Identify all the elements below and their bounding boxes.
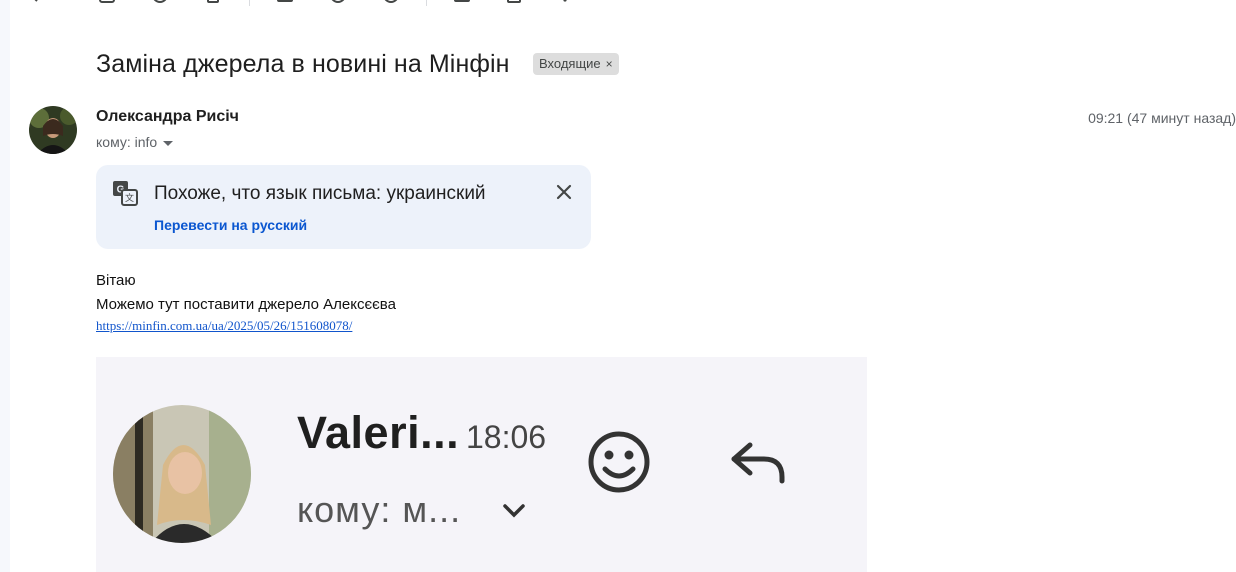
embedded-image[interactable]: Valeri... 18:06 кому: м...	[96, 357, 867, 572]
message-toolbar: Из	[0, 0, 1236, 6]
archive-icon[interactable]	[98, 0, 116, 4]
emoji-icon	[588, 431, 650, 493]
report-spam-icon[interactable]	[151, 0, 169, 4]
close-icon[interactable]	[555, 183, 573, 201]
translate-link[interactable]: Перевести на русский	[154, 217, 307, 233]
chevron-down-icon[interactable]	[163, 140, 174, 146]
label-chip-inbox[interactable]: Входящие ×	[533, 53, 619, 75]
snooze-icon[interactable]	[329, 0, 347, 4]
body-text: Можемо тут поставити джерело Алексєєва	[96, 296, 396, 313]
translate-banner: G 文 Похоже, что язык письма: украинский …	[96, 165, 591, 249]
toolbar-divider	[426, 0, 427, 6]
translate-icon: G 文	[113, 181, 138, 206]
body-link[interactable]: https://minfin.com.ua/ua/2025/05/26/1516…	[96, 318, 352, 334]
reply-icon	[731, 442, 785, 484]
mark-unread-icon[interactable]	[276, 0, 294, 4]
remove-label-button[interactable]: ×	[606, 57, 613, 71]
email-timestamp: 09:21 (47 минут назад)	[1088, 110, 1236, 126]
svg-text:文: 文	[125, 192, 134, 203]
back-icon[interactable]	[26, 0, 44, 4]
translate-message: Похоже, что язык письма: украинский	[154, 183, 486, 204]
embedded-avatar	[113, 405, 251, 543]
sender-name[interactable]: Олександра Рисіч	[96, 108, 239, 126]
embedded-time: 18:06	[466, 419, 547, 455]
label-chip-text: Входящие	[539, 56, 601, 71]
add-task-icon[interactable]	[382, 0, 400, 4]
left-panel-edge	[0, 0, 10, 572]
move-to-icon[interactable]	[453, 0, 471, 4]
embedded-sender-name: Valeri...	[297, 407, 460, 458]
label-icon[interactable]	[505, 0, 523, 4]
email-subject: Заміна джерела в новині на Мінфін	[96, 50, 510, 78]
delete-icon[interactable]	[204, 0, 222, 4]
recipients-toggle[interactable]: кому: info	[96, 134, 174, 150]
embedded-recipients: кому: м...	[297, 489, 462, 530]
body-greeting: Вітаю	[96, 272, 136, 289]
toolbar-divider	[249, 0, 250, 6]
recipients-text: кому: info	[96, 134, 158, 150]
message-counter: Из	[1216, 0, 1230, 2]
chevron-down-icon	[503, 504, 525, 518]
sender-avatar[interactable]	[29, 106, 77, 154]
more-icon[interactable]	[556, 0, 574, 4]
